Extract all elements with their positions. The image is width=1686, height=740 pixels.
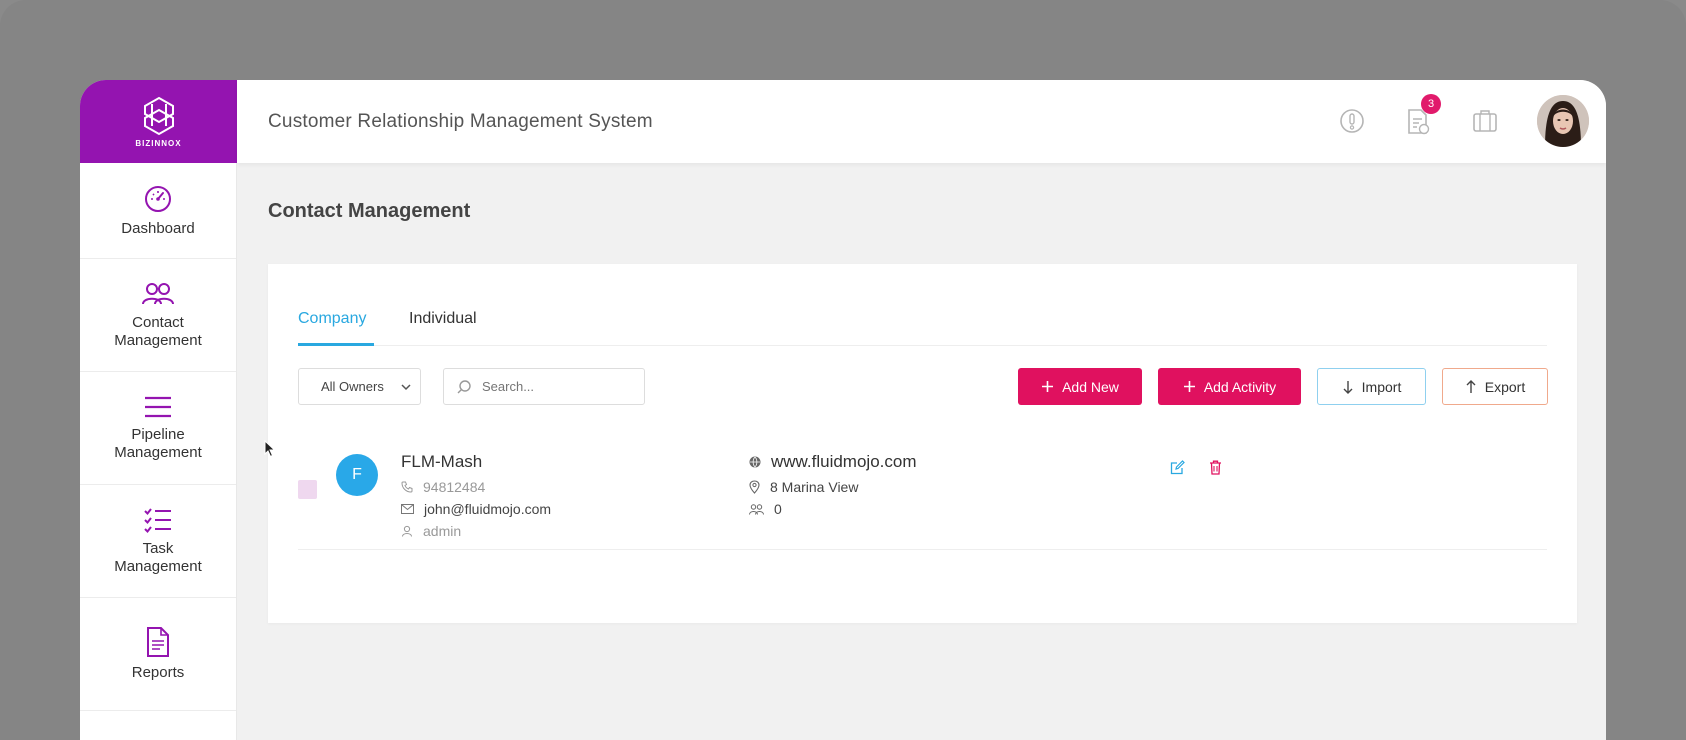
company-name[interactable]: FLM-Mash (401, 452, 482, 472)
plus-icon (1183, 380, 1196, 393)
people-icon (749, 503, 764, 515)
sidebar-item-label: Contact Management (114, 314, 202, 349)
documents-button[interactable]: 3 (1405, 94, 1441, 136)
mail-icon (401, 504, 414, 514)
website-link[interactable]: www.fluidmojo.com (771, 452, 917, 472)
phone-line: 94812484 (401, 479, 485, 495)
export-label: Export (1484, 378, 1526, 395)
table-row[interactable]: F FLM-Mash 94812484 john@fluidmojo.com a… (298, 452, 1547, 550)
phone-number: 94812484 (423, 479, 486, 495)
chevron-down-icon (401, 384, 411, 391)
location-pin-icon (749, 480, 760, 494)
app-window: BIZINNOX Customer Relationship Managemen… (80, 80, 1606, 740)
top-header: Customer Relationship Management System … (237, 80, 1606, 163)
alert-button[interactable] (1339, 108, 1365, 134)
address-text: 8 Marina View (770, 479, 859, 495)
sidebar: Dashboard Contact Management Pipeline Ma… (80, 163, 237, 740)
tab-label: Individual (409, 310, 477, 327)
import-button[interactable]: Import (1317, 368, 1426, 405)
owner-line: admin (401, 523, 461, 539)
speedometer-icon (145, 185, 171, 212)
sidebar-item-label: Task Management (114, 540, 202, 575)
add-new-button[interactable]: Add New (1018, 368, 1142, 405)
arrow-up-icon (1465, 379, 1477, 394)
search-input[interactable] (482, 379, 632, 394)
owner-filter-select[interactable]: All Owners (298, 368, 421, 405)
users-icon (142, 283, 174, 305)
delete-button[interactable] (1209, 460, 1222, 475)
tab-label: Company (298, 310, 367, 327)
logo-text: BIZINNOX (135, 138, 182, 148)
brand-logo[interactable]: BIZINNOX (80, 80, 237, 163)
briefcase-icon (1473, 110, 1497, 132)
page-title: Contact Management (268, 200, 471, 222)
search-box[interactable] (443, 368, 645, 405)
sidebar-item-task-management[interactable]: Task Management (80, 485, 236, 598)
tab-individual[interactable]: Individual (409, 310, 477, 328)
row-checkbox[interactable] (298, 480, 317, 499)
globe-icon (749, 456, 761, 468)
email-address[interactable]: john@fluidmojo.com (424, 501, 551, 517)
notification-badge: 3 (1421, 94, 1441, 114)
mouse-cursor-icon (264, 440, 276, 458)
sidebar-item-pipeline-management[interactable]: Pipeline Management (80, 372, 236, 485)
active-tab-indicator (298, 343, 374, 346)
user-icon (401, 525, 413, 537)
import-label: Import (1361, 378, 1402, 395)
website-line: www.fluidmojo.com (749, 452, 917, 472)
owner-filter-value: All Owners (321, 379, 384, 394)
sidebar-item-dashboard[interactable]: Dashboard (80, 163, 236, 259)
trash-icon (1210, 460, 1221, 475)
sidebar-item-label: Dashboard (121, 219, 195, 237)
menu-lines-icon (145, 396, 171, 418)
email-line: john@fluidmojo.com (401, 501, 551, 517)
people-count-line: 0 (749, 501, 782, 517)
briefcase-button[interactable] (1471, 108, 1499, 134)
edit-icon (1170, 460, 1185, 475)
document-icon (147, 627, 169, 657)
contacts-card: Company Individual All Owners Add (268, 264, 1577, 623)
user-photo-icon (1537, 95, 1589, 147)
add-activity-label: Add Activity (1203, 378, 1277, 395)
people-count: 0 (774, 501, 782, 517)
checklist-icon (144, 508, 171, 534)
sidebar-item-label: Reports (131, 664, 185, 681)
tab-company[interactable]: Company (298, 310, 366, 328)
sidebar-item-reports[interactable]: Reports (80, 598, 236, 711)
arrow-down-icon (1342, 380, 1354, 394)
tab-bar: Company Individual (298, 304, 1547, 346)
edit-button[interactable] (1170, 460, 1185, 475)
alert-circle-icon (1340, 109, 1364, 133)
search-icon (457, 379, 471, 393)
export-button[interactable]: Export (1442, 368, 1548, 405)
app-title: Customer Relationship Management System (268, 110, 653, 132)
plus-icon (1041, 380, 1054, 393)
sidebar-item-contact-management[interactable]: Contact Management (80, 259, 236, 372)
company-avatar: F (336, 454, 378, 496)
user-avatar[interactable] (1537, 95, 1589, 147)
address-line: 8 Marina View (749, 479, 858, 495)
owner-name: admin (423, 523, 462, 539)
logo-icon (143, 96, 174, 135)
add-activity-button[interactable]: Add Activity (1158, 368, 1301, 405)
sidebar-item-label: Pipeline Management (114, 426, 202, 461)
phone-icon (401, 481, 413, 493)
add-new-label: Add New (1062, 378, 1119, 395)
